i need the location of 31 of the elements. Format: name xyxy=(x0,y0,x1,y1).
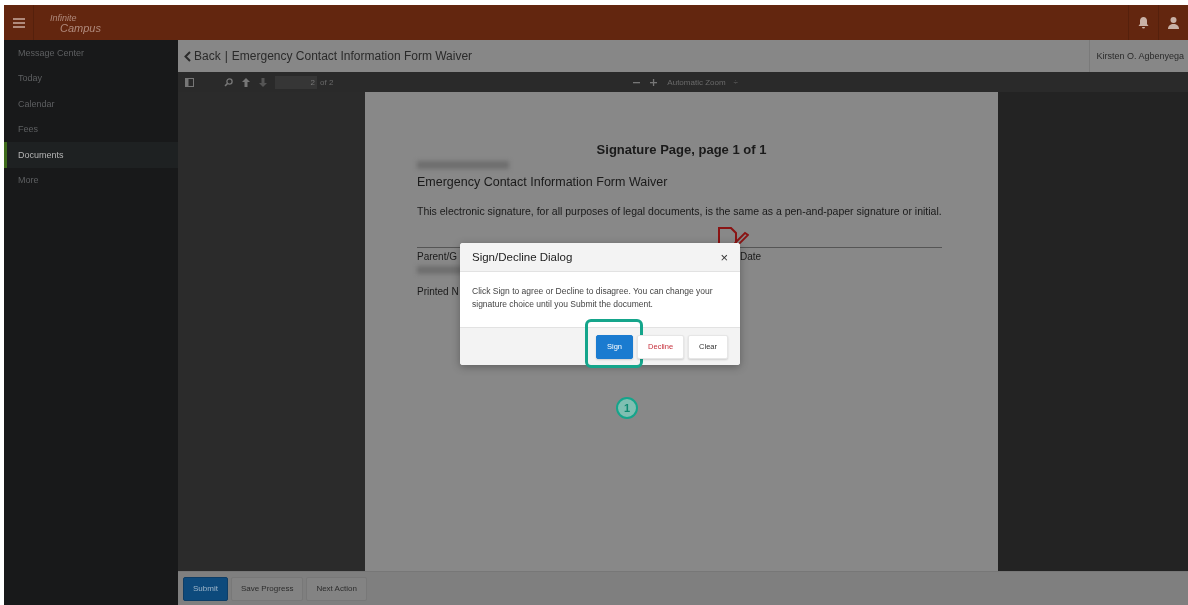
back-link[interactable]: Back xyxy=(184,49,221,63)
zoom-in-icon[interactable] xyxy=(650,78,658,86)
footer-button[interactable]: Next Action xyxy=(306,576,367,601)
signature-statement: This electronic signature, for all purposes of legal documents, is the same as a pen-and-paper signature or initial. xyxy=(417,205,943,217)
logo: Infinite Campus xyxy=(50,12,101,33)
date-label: Date xyxy=(740,247,942,262)
search-icon[interactable] xyxy=(224,77,233,87)
sidebar-item[interactable]: Today xyxy=(4,65,178,91)
person-icon xyxy=(1168,16,1179,29)
footer-button[interactable]: Save Progress xyxy=(230,576,304,601)
sidebar-item[interactable]: Documents xyxy=(4,142,178,168)
arrow-down-icon[interactable] xyxy=(259,77,267,87)
chevron-left-icon xyxy=(184,50,191,62)
form-title: Emergency Contact Information Form Waiver xyxy=(417,175,669,189)
page-title: Emergency Contact Information Form Waiver xyxy=(231,49,473,63)
sidebar-item[interactable]: Fees xyxy=(4,116,178,142)
close-button[interactable]: × xyxy=(720,249,728,265)
menu-icon xyxy=(12,17,25,28)
sidebar-item[interactable]: More xyxy=(4,167,178,193)
arrow-up-icon[interactable] xyxy=(242,77,250,87)
bell-icon xyxy=(1138,16,1149,29)
sidebar-item[interactable]: Calendar xyxy=(4,91,178,117)
dialog-message: Click Sign to agree or Decline to disagree. You can change your signature choice until you Submit the document. xyxy=(471,285,714,311)
printed-name-label: Printed N xyxy=(417,286,459,297)
sidebar-toggle-icon[interactable] xyxy=(185,77,194,87)
submit-button[interactable]: Submit xyxy=(183,576,228,601)
document-heading: Signature Page, page 1 of 1 xyxy=(595,142,768,157)
separator: | xyxy=(224,49,228,63)
sidebar-item[interactable]: Message Center xyxy=(4,40,178,66)
dialog-title: Sign/Decline Dialog xyxy=(472,251,573,263)
page-number-field[interactable]: 2 xyxy=(275,75,317,89)
